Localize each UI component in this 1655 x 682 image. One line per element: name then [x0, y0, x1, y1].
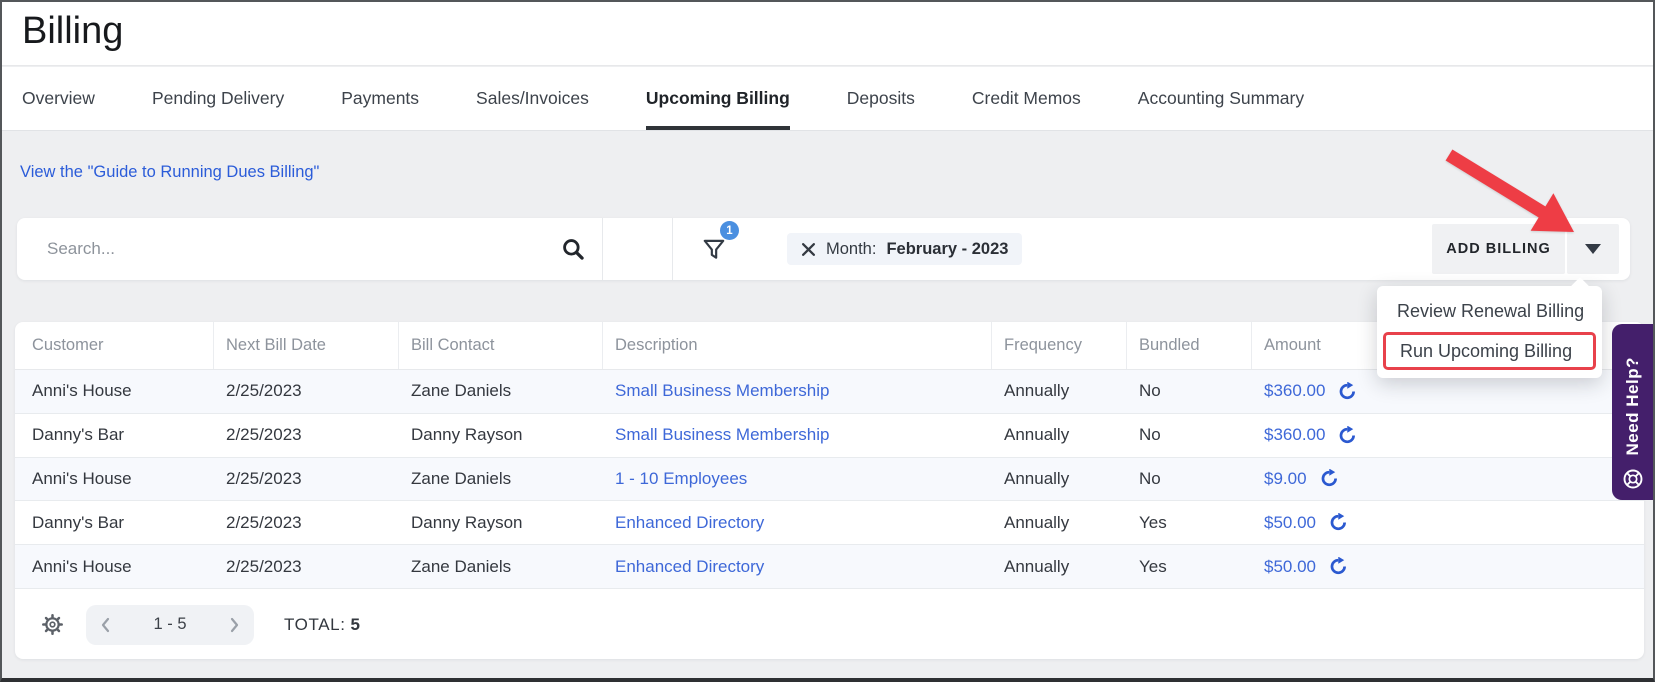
filter-chip-value: February - 2023	[886, 239, 1009, 258]
billing-page: Billing Overview Pending Delivery Paymen…	[0, 0, 1655, 682]
bill-contact-cell: Danny Rayson	[411, 425, 523, 445]
need-help-tab[interactable]: Need Help?	[1612, 324, 1653, 500]
table-row: Anni's House 2/25/2023 Zane Daniels 1 - …	[15, 457, 1644, 502]
description-link[interactable]: Enhanced Directory	[615, 513, 764, 533]
page-title: Billing	[22, 10, 124, 52]
customer-cell: Danny's Bar	[32, 425, 125, 445]
recurring-icon[interactable]	[1328, 513, 1347, 532]
column-header-bill-contact[interactable]: Bill Contact	[399, 322, 603, 369]
frequency-cell: Annually	[1004, 512, 1070, 532]
description-link[interactable]: Enhanced Directory	[615, 557, 764, 577]
amount-link[interactable]: $50.00	[1264, 513, 1316, 533]
amount-link[interactable]: $360.00	[1264, 381, 1325, 401]
tab-upcoming-billing[interactable]: Upcoming Billing	[645, 67, 790, 130]
recurring-icon[interactable]	[1337, 425, 1356, 445]
bundled-cell: No	[1139, 425, 1161, 445]
pagination: 1 - 5	[86, 604, 254, 645]
table-footer: 1 - 5 TOTAL: 5	[15, 590, 1644, 659]
bundled-cell: Yes	[1139, 556, 1167, 576]
settings-gear-icon[interactable]	[41, 613, 64, 636]
search-icon[interactable]	[545, 218, 601, 280]
bundled-cell: No	[1139, 381, 1161, 401]
filter-icon[interactable]: 1	[673, 218, 755, 280]
table-row: Anni's House 2/25/2023 Zane Daniels Enha…	[15, 545, 1644, 589]
month-filter-chip[interactable]: Month: February - 2023	[787, 233, 1023, 265]
total-label: TOTAL:	[284, 614, 346, 634]
filter-chip-label: Month:	[826, 239, 877, 258]
amount-link[interactable]: $360.00	[1264, 425, 1325, 445]
page-range: 1 - 5	[153, 615, 187, 633]
next-bill-date-cell: 2/25/2023	[226, 425, 302, 445]
column-header-frequency[interactable]: Frequency	[992, 322, 1127, 369]
customer-cell: Anni's House	[32, 468, 132, 488]
bundled-cell: Yes	[1139, 512, 1167, 532]
table-body: Anni's House 2/25/2023 Zane Daniels Smal…	[15, 370, 1644, 589]
toolbar: 1 Month: February - 2023 ADD BILLING	[17, 218, 1630, 280]
bill-contact-cell: Danny Rayson	[411, 512, 523, 532]
tab-deposits[interactable]: Deposits	[847, 67, 915, 130]
total-value: 5	[350, 614, 361, 634]
recurring-icon[interactable]	[1328, 557, 1347, 576]
bill-contact-cell: Zane Daniels	[411, 468, 512, 488]
help-ring-icon	[1623, 469, 1642, 489]
filter-count-badge: 1	[720, 221, 739, 240]
tab-overview[interactable]: Overview	[22, 67, 95, 130]
tab-payments[interactable]: Payments	[341, 67, 419, 130]
tab-credit-memos[interactable]: Credit Memos	[972, 67, 1081, 130]
column-header-customer[interactable]: Customer	[15, 322, 214, 369]
bill-contact-cell: Zane Daniels	[411, 556, 512, 576]
next-bill-date-cell: 2/25/2023	[226, 468, 302, 488]
description-link[interactable]: 1 - 10 Employees	[615, 469, 747, 489]
tab-accounting-summary[interactable]: Accounting Summary	[1138, 67, 1304, 130]
prev-page-icon[interactable]	[98, 616, 114, 634]
frequency-cell: Annually	[1004, 381, 1070, 401]
quick-actions-bolt-icon[interactable]	[603, 218, 671, 280]
total-count: TOTAL: 5	[284, 615, 361, 635]
customer-cell: Anni's House	[32, 381, 132, 401]
frequency-cell: Annually	[1004, 468, 1070, 488]
frequency-cell: Annually	[1004, 556, 1070, 576]
next-bill-date-cell: 2/25/2023	[226, 381, 302, 401]
recurring-icon[interactable]	[1337, 381, 1356, 401]
need-help-label: Need Help?	[1622, 357, 1642, 456]
tab-bar: Overview Pending Delivery Payments Sales…	[2, 67, 1653, 131]
table-row: Danny's Bar 2/25/2023 Danny Rayson Enhan…	[15, 501, 1644, 546]
next-bill-date-cell: 2/25/2023	[226, 556, 302, 576]
column-header-description[interactable]: Description	[603, 322, 992, 369]
description-link[interactable]: Small Business Membership	[615, 381, 829, 401]
clear-filter-icon[interactable]	[801, 242, 816, 257]
customer-cell: Anni's House	[32, 556, 132, 576]
frequency-cell: Annually	[1004, 425, 1070, 445]
amount-link[interactable]: $50.00	[1264, 557, 1316, 577]
menu-item-run-upcoming-billing[interactable]: Run Upcoming Billing	[1383, 332, 1596, 370]
guide-link[interactable]: View the "Guide to Running Dues Billing"	[20, 163, 319, 182]
column-header-next-bill-date[interactable]: Next Bill Date	[214, 322, 399, 369]
table-row: Danny's Bar 2/25/2023 Danny Rayson Small…	[15, 414, 1644, 458]
next-page-icon[interactable]	[226, 616, 242, 634]
recurring-icon[interactable]	[1319, 469, 1338, 488]
customer-cell: Danny's Bar	[32, 512, 125, 532]
menu-item-review-renewal-billing[interactable]: Review Renewal Billing	[1377, 293, 1602, 329]
add-billing-dropdown: Review Renewal Billing Run Upcoming Bill…	[1377, 277, 1602, 378]
next-bill-date-cell: 2/25/2023	[226, 512, 302, 532]
search-input[interactable]	[47, 218, 527, 280]
column-header-bundled[interactable]: Bundled	[1127, 322, 1252, 369]
description-link[interactable]: Small Business Membership	[615, 425, 829, 445]
bundled-cell: No	[1139, 468, 1161, 488]
amount-link[interactable]: $9.00	[1264, 469, 1307, 489]
chevron-down-icon	[1585, 244, 1601, 254]
add-billing-caret-button[interactable]	[1567, 224, 1619, 274]
tab-sales-invoices[interactable]: Sales/Invoices	[476, 67, 589, 130]
title-bar: Billing	[2, 2, 1653, 66]
add-billing-button[interactable]: ADD BILLING	[1432, 224, 1565, 274]
bill-contact-cell: Zane Daniels	[411, 381, 512, 401]
tab-pending-delivery[interactable]: Pending Delivery	[152, 67, 284, 130]
